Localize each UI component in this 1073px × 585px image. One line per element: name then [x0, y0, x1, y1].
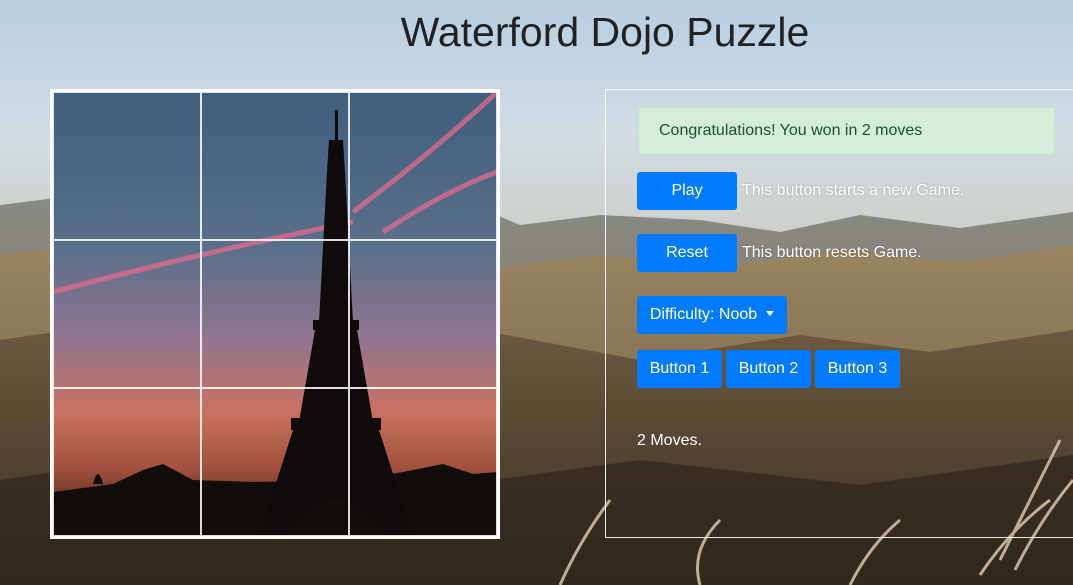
chevron-down-icon	[766, 311, 775, 316]
puzzle-grid	[53, 92, 497, 536]
puzzle-tile-7[interactable]	[53, 388, 201, 536]
puzzle-board	[50, 89, 500, 539]
play-description: This button starts a new Game.	[742, 182, 965, 199]
reset-description: This button resets Game.	[742, 244, 922, 261]
play-button[interactable]: Play	[637, 172, 737, 210]
moves-counter: 2 Moves.	[637, 432, 702, 449]
puzzle-tile-2[interactable]	[201, 92, 349, 240]
page-title: Waterford Dojo Puzzle	[400, 9, 810, 55]
button-1[interactable]: Button 1	[637, 350, 722, 388]
puzzle-tile-4[interactable]	[53, 240, 201, 388]
puzzle-tile-1[interactable]	[53, 92, 201, 240]
button-2[interactable]: Button 2	[726, 350, 811, 388]
reset-button[interactable]: Reset	[637, 234, 737, 272]
button-3[interactable]: Button 3	[815, 350, 900, 388]
difficulty-dropdown[interactable]: Difficulty: Noob	[637, 296, 787, 334]
puzzle-tile-6[interactable]	[349, 240, 497, 388]
win-alert: Congratulations! You won in 2 moves	[638, 107, 1055, 155]
puzzle-tile-9[interactable]	[349, 388, 497, 536]
puzzle-tile-3[interactable]	[349, 92, 497, 240]
puzzle-tile-5[interactable]	[201, 240, 349, 388]
difficulty-label: Difficulty: Noob	[649, 306, 758, 323]
puzzle-tile-8[interactable]	[201, 388, 349, 536]
control-panel: Congratulations! You won in 2 moves Play…	[605, 89, 1073, 538]
